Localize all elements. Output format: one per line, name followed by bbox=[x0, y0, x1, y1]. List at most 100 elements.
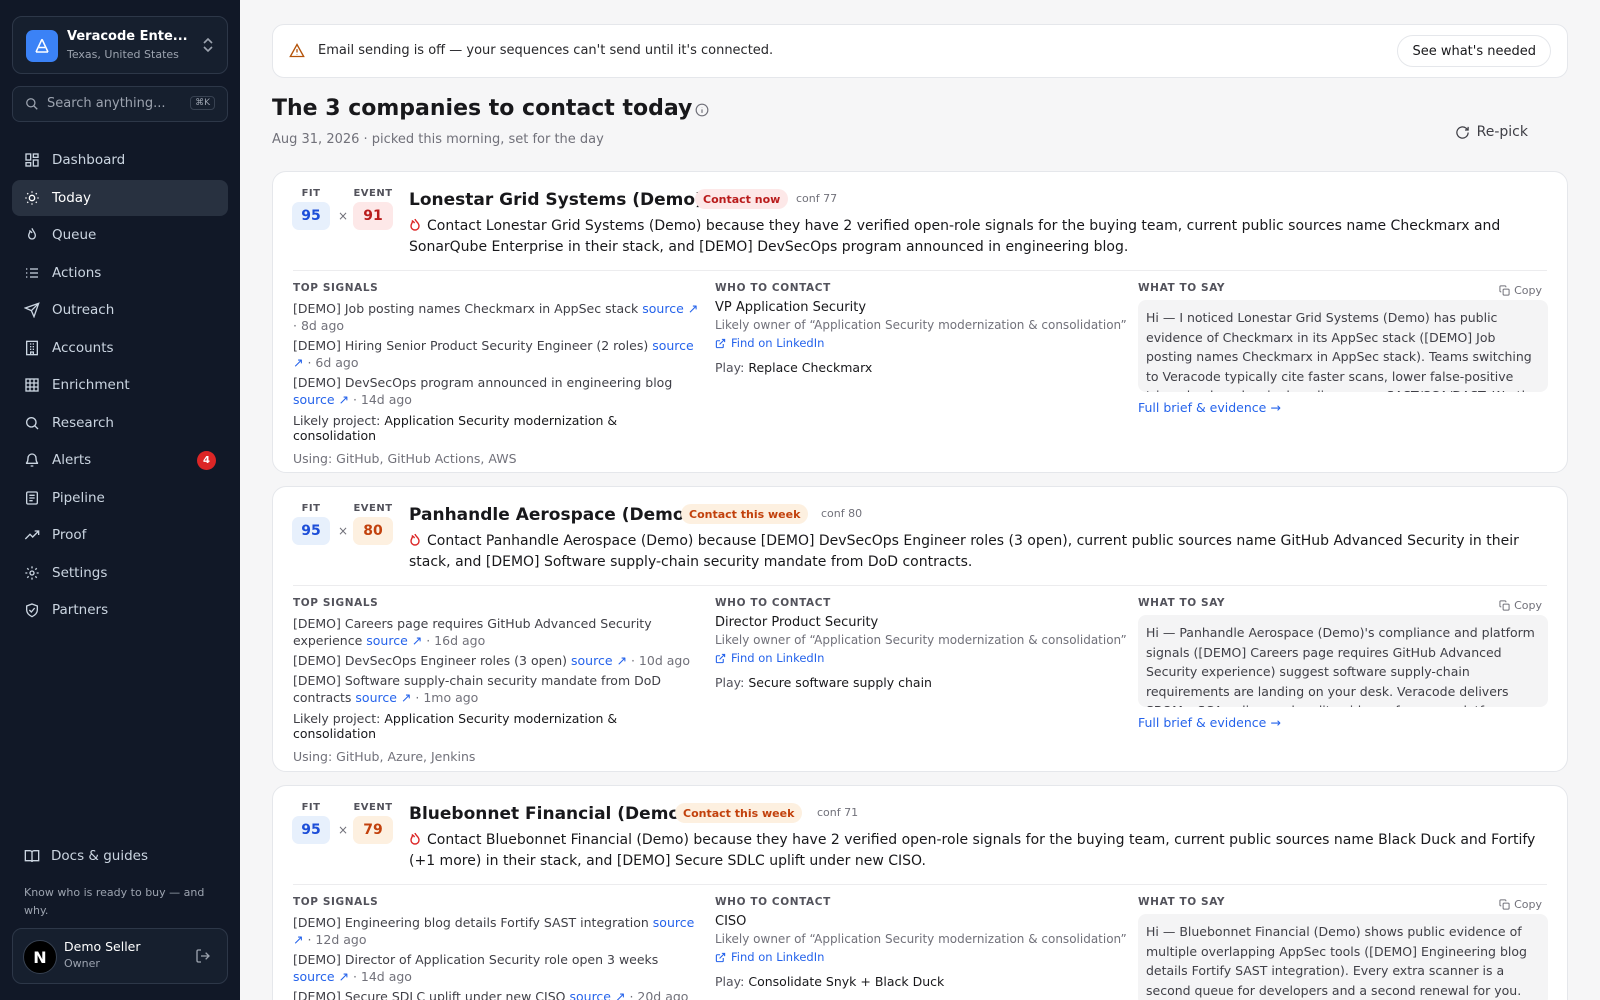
find-on-linkedin-link[interactable]: Find on LinkedIn bbox=[715, 950, 1115, 964]
contact-role: Director Product Security bbox=[715, 615, 879, 630]
source-link[interactable]: source ↗ bbox=[569, 989, 625, 1000]
org-switcher[interactable]: Veracode Ente... Texas, United States bbox=[12, 16, 228, 74]
send-icon bbox=[24, 302, 40, 318]
sidebar-item-settings[interactable]: Settings bbox=[12, 555, 228, 591]
play: Play: Replace Checkmarx bbox=[715, 360, 873, 375]
sidebar-item-actions[interactable]: Actions bbox=[12, 255, 228, 291]
docs-link[interactable]: Docs & guides bbox=[24, 848, 148, 864]
user-profile[interactable]: N Demo Seller Owner bbox=[12, 928, 228, 984]
card-divider bbox=[293, 270, 1547, 271]
source-link[interactable]: source ↗ bbox=[642, 301, 698, 316]
sidebar-item-dashboard[interactable]: Dashboard bbox=[12, 142, 228, 178]
flame-icon bbox=[410, 218, 420, 231]
book-icon bbox=[24, 850, 40, 863]
message-draft: Hi — Bluebonnet Financial (Demo) shows p… bbox=[1138, 914, 1548, 1000]
find-on-linkedin-link[interactable]: Find on LinkedIn bbox=[715, 651, 1115, 665]
sidebar-item-label: Today bbox=[52, 189, 92, 206]
message-draft: Hi — I noticed Lonestar Grid Systems (De… bbox=[1138, 300, 1548, 392]
full-brief-link[interactable]: Full brief & evidence → bbox=[1138, 400, 1548, 415]
search-input[interactable]: Search anything... ⌘K bbox=[12, 86, 228, 122]
source-link[interactable]: source ↗ bbox=[366, 633, 422, 648]
contact-role: VP Application Security bbox=[715, 300, 867, 315]
company-card: FIT 95 × EVENT 91 Lonestar Grid Systems (D… bbox=[272, 171, 1568, 473]
signal-item: [DEMO] Careers page requires GitHub Adva… bbox=[293, 616, 652, 648]
sidebar: Veracode Ente... Texas, United States Se… bbox=[0, 0, 240, 1000]
sidebar-item-outreach[interactable]: Outreach bbox=[12, 292, 228, 328]
company-name[interactable]: Lonestar Grid Systems (Demo) bbox=[409, 190, 703, 210]
play: Play: Consolidate Snyk + Black Duck bbox=[715, 974, 945, 989]
top-signals: TOP SIGNALS [DEMO] Engineering blog deta… bbox=[293, 896, 701, 1000]
fit-score: FIT 95 bbox=[292, 802, 330, 844]
signal-item: [DEMO] Hiring Senior Product Security En… bbox=[293, 338, 694, 370]
logout-icon[interactable] bbox=[195, 948, 211, 964]
company-name[interactable]: Bluebonnet Financial (Demo) bbox=[409, 804, 688, 824]
tech-stack: Using: GitHub, GitHub Actions, AWS bbox=[293, 451, 517, 466]
card-divider bbox=[293, 884, 1547, 885]
who-to-contact: WHO TO CONTACT CISO Likely owner of “App… bbox=[715, 896, 1127, 989]
sidebar-item-label: Proof bbox=[52, 527, 87, 543]
alerts-count-badge: 4 bbox=[197, 451, 216, 470]
find-on-linkedin-link[interactable]: Find on LinkedIn bbox=[715, 336, 1115, 350]
contact-owner: Likely owner of “Application Security mo… bbox=[715, 932, 1127, 946]
contact-reason: Contact Panhandle Aerospace (Demo) becau… bbox=[409, 533, 1519, 570]
source-link[interactable]: source ↗ bbox=[293, 392, 349, 407]
pipeline-icon bbox=[26, 490, 38, 505]
user-role: Owner bbox=[64, 957, 100, 970]
times-symbol: × bbox=[338, 823, 349, 837]
who-to-contact: WHO TO CONTACT Director Product Security… bbox=[715, 597, 1127, 690]
copy-button[interactable]: Copy bbox=[1499, 898, 1542, 911]
source-link[interactable]: source ↗ bbox=[355, 690, 411, 705]
info-icon[interactable] bbox=[695, 103, 709, 117]
sidebar-item-pipeline[interactable]: Pipeline bbox=[12, 480, 228, 516]
what-to-say: WHAT TO SAY Copy Hi — Bluebonnet Financi… bbox=[1138, 896, 1548, 1000]
refresh-icon bbox=[1455, 125, 1469, 139]
event-score: EVENT 80 bbox=[353, 503, 393, 545]
gear-icon bbox=[25, 565, 39, 580]
full-brief-link[interactable]: Full brief & evidence → bbox=[1138, 715, 1548, 730]
what-to-say: WHAT TO SAY Copy Hi — I noticed Lonestar… bbox=[1138, 282, 1548, 415]
source-link[interactable]: source ↗ bbox=[293, 969, 349, 984]
sidebar-item-alerts[interactable]: Alerts 4 bbox=[12, 442, 228, 478]
sidebar-item-label: Research bbox=[52, 414, 114, 431]
company-name[interactable]: Panhandle Aerospace (Demo) bbox=[409, 505, 692, 525]
urgency-badge: Contact this week bbox=[681, 504, 809, 524]
copy-button[interactable]: Copy bbox=[1499, 599, 1542, 612]
grid-icon bbox=[25, 378, 39, 392]
external-link-icon bbox=[715, 653, 726, 663]
handshake-icon bbox=[26, 603, 38, 618]
org-location: Texas, United States bbox=[67, 48, 179, 61]
repick-button[interactable]: Re-pick bbox=[1455, 124, 1528, 140]
search-icon bbox=[26, 98, 38, 110]
sidebar-item-queue[interactable]: Queue bbox=[12, 217, 228, 253]
company-card: FIT 95 × EVENT 80 Panhandle Aerospace (Dem… bbox=[272, 486, 1568, 772]
chevron-updown-icon bbox=[203, 37, 213, 53]
sidebar-item-label: Actions bbox=[52, 264, 102, 281]
copy-icon bbox=[1499, 600, 1510, 611]
fit-score: FIT 95 bbox=[292, 503, 330, 545]
sidebar-item-today[interactable]: Today bbox=[12, 179, 228, 216]
likely-project: Likely project: Application Security mod… bbox=[293, 413, 618, 443]
source-link[interactable]: source ↗ bbox=[571, 653, 627, 668]
search-placeholder: Search anything... bbox=[47, 96, 166, 111]
contact-owner: Likely owner of “Application Security mo… bbox=[715, 318, 1127, 332]
see-whats-needed-button[interactable]: See what's needed bbox=[1397, 35, 1551, 67]
sidebar-item-partners[interactable]: Partners bbox=[12, 592, 228, 628]
times-symbol: × bbox=[338, 524, 349, 538]
sidebar-item-label: Outreach bbox=[52, 302, 115, 318]
confidence: conf 80 bbox=[821, 507, 863, 520]
sidebar-item-accounts[interactable]: Accounts bbox=[12, 330, 228, 366]
trend-icon bbox=[24, 530, 40, 540]
sidebar-item-enrichment[interactable]: Enrichment bbox=[12, 367, 228, 403]
contact-reason: Contact Bluebonnet Financial (Demo) beca… bbox=[409, 832, 1536, 869]
signal-item: [DEMO] DevSecOps program announced in en… bbox=[293, 375, 673, 407]
sidebar-item-proof[interactable]: Proof bbox=[12, 517, 228, 553]
repick-label: Re-pick bbox=[1476, 124, 1528, 140]
sidebar-item-research[interactable]: Research bbox=[12, 405, 228, 441]
copy-button[interactable]: Copy bbox=[1499, 284, 1542, 297]
message-draft: Hi — Panhandle Aerospace (Demo)'s compli… bbox=[1138, 615, 1548, 707]
sidebar-item-label: Settings bbox=[52, 564, 108, 581]
play: Play: Secure software supply chain bbox=[715, 675, 932, 690]
building-icon bbox=[35, 38, 49, 53]
contact-reason: Contact Lonestar Grid Systems (Demo) bec… bbox=[409, 218, 1501, 255]
card-divider bbox=[293, 585, 1547, 586]
